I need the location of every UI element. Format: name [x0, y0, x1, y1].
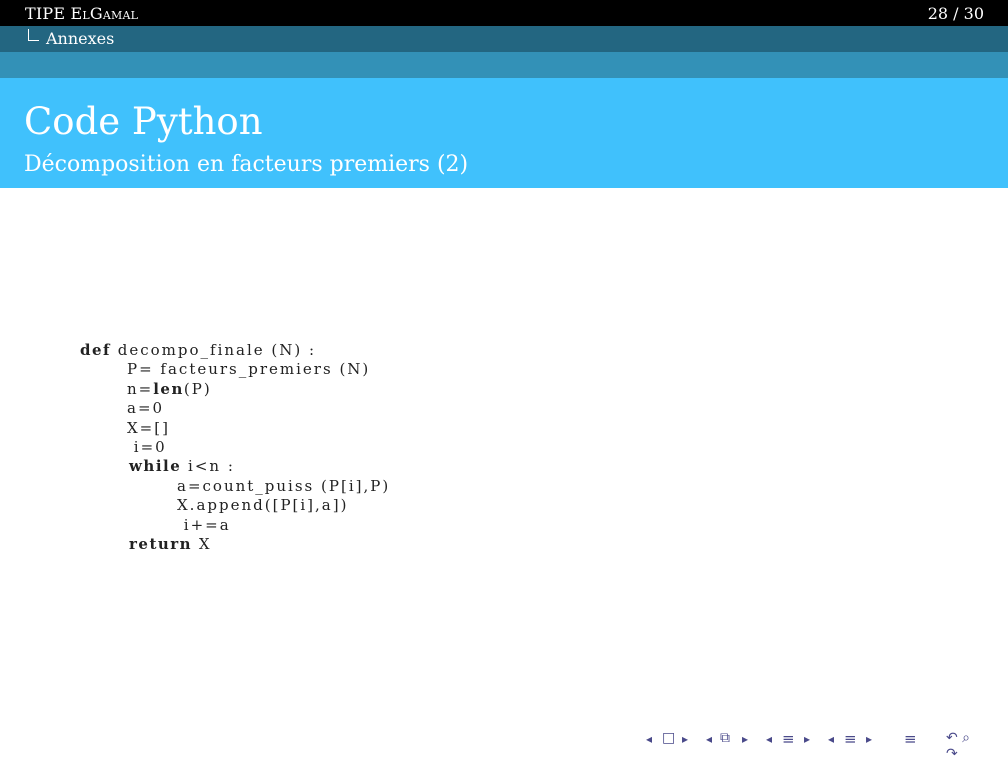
section-icon[interactable]: ≡ — [782, 730, 795, 748]
code-line: i=0 — [80, 438, 390, 457]
code-block: def decompo_finale (N) : P= facteurs_pre… — [80, 341, 390, 554]
code-text: (P) — [183, 379, 212, 398]
code-line: return X — [80, 535, 390, 554]
code-text: n= — [127, 379, 154, 398]
code-line: i+=a — [80, 516, 390, 535]
code-text: i+=a — [177, 515, 231, 534]
frame-title: Code Python — [24, 100, 263, 143]
page-counter: 28 / 30 — [927, 4, 984, 23]
tree-branch-icon — [28, 29, 39, 41]
code-text: X — [192, 534, 212, 553]
search-back-forward-icon[interactable]: ↶ ⌕ ↷ — [946, 730, 980, 762]
code-line: a=0 — [80, 399, 390, 418]
code-text: i=0 — [127, 437, 167, 456]
code-keyword: def — [80, 341, 111, 359]
title-smallcaps: ElGamal — [70, 4, 139, 23]
next-subsection-icon[interactable]: ▸ — [866, 732, 872, 746]
code-line: P= facteurs_premiers (N) — [80, 360, 390, 379]
section-label[interactable]: Annexes — [46, 29, 114, 48]
code-text: P= facteurs_premiers (N) — [127, 360, 371, 379]
code-keyword: len — [153, 379, 184, 398]
next-section-icon[interactable]: ▸ — [804, 732, 810, 746]
subframe-icon[interactable]: ⧉ — [720, 730, 730, 746]
subsection-icon[interactable]: ≡ — [844, 730, 857, 748]
subsection-bar — [0, 52, 1008, 78]
code-text: a=count_puiss (P[i],P) — [177, 476, 391, 495]
frame-header: Code Python Décomposition en facteurs pr… — [0, 78, 1008, 188]
frame-icon[interactable]: □ — [662, 730, 675, 746]
prev-section-icon[interactable]: ◂ — [766, 732, 772, 746]
code-keyword: return — [129, 534, 193, 553]
code-text: decompo_finale (N) : — [110, 341, 317, 359]
prev-subsection-icon[interactable]: ◂ — [828, 732, 834, 746]
prev-frame-icon[interactable]: ◂ — [646, 732, 652, 746]
code-line: X.append([P[i],a]) — [80, 496, 390, 515]
frame-subtitle: Décomposition en facteurs premiers (2) — [24, 152, 469, 177]
title-prefix: TIPE — [25, 4, 71, 23]
toc-icon[interactable]: ≡ — [904, 730, 917, 748]
code-text: a=0 — [127, 399, 165, 418]
next-frame-icon[interactable]: ▸ — [682, 732, 688, 746]
beamer-navigation: ◂ □ ▸ ◂ ⧉ ▸ ◂ ≡ ▸ ◂ ≡ ▸ ≡ ↶ ⌕ ↷ — [640, 730, 980, 762]
headline-bar: TIPE ElGamal 28 / 30 — [0, 0, 1008, 26]
code-line: n=len(P) — [80, 380, 390, 399]
prev-subframe-icon[interactable]: ◂ — [706, 732, 712, 746]
code-text: i<n : — [181, 457, 235, 476]
presentation-title[interactable]: TIPE ElGamal — [25, 4, 138, 23]
code-line: a=count_puiss (P[i],P) — [80, 477, 390, 496]
code-text: X=[] — [127, 418, 170, 437]
section-bar: Annexes — [0, 26, 1008, 52]
code-keyword: while — [129, 457, 182, 476]
code-text: X.append([P[i],a]) — [177, 496, 349, 515]
code-line: while i<n : — [80, 457, 390, 476]
next-subframe-icon[interactable]: ▸ — [742, 732, 748, 746]
code-line: def decompo_finale (N) : — [80, 341, 390, 360]
code-line: X=[] — [80, 419, 390, 438]
